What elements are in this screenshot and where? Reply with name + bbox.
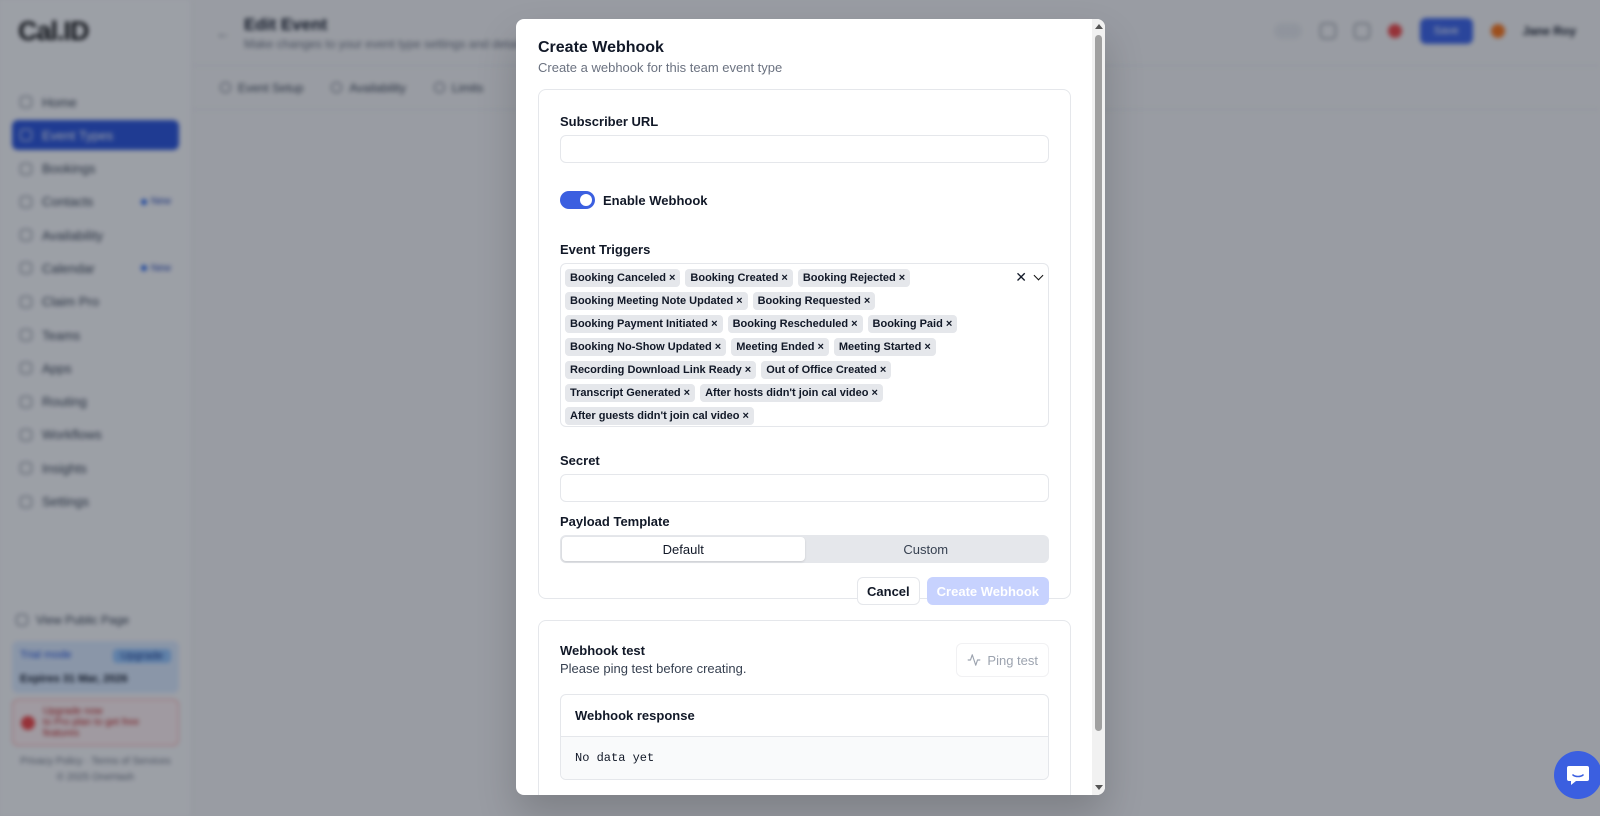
- remove-chip-icon[interactable]: ×: [669, 272, 675, 284]
- trigger-chip-label: Booking Rejected: [802, 272, 896, 284]
- trigger-chip-label: Booking Rescheduled: [732, 318, 849, 330]
- chat-icon: [1567, 766, 1589, 785]
- trigger-chip: After hosts didn't join cal video ×: [700, 384, 883, 402]
- select-controls: ✕: [1015, 270, 1044, 284]
- dialog-content: Create Webhook Create a webhook for this…: [516, 19, 1093, 795]
- payload-template-toggle: Default Custom: [560, 535, 1049, 563]
- scrollbar-thumb[interactable]: [1095, 35, 1102, 731]
- trigger-chip: Out of Office Created ×: [761, 361, 892, 379]
- remove-chip-icon[interactable]: ×: [864, 295, 870, 307]
- trigger-chip-label: Booking Requested: [757, 295, 861, 307]
- remove-chip-icon[interactable]: ×: [781, 272, 787, 284]
- secret-input[interactable]: [560, 474, 1049, 502]
- scroll-up-arrow-icon[interactable]: [1095, 24, 1103, 29]
- remove-chip-icon[interactable]: ×: [880, 364, 886, 376]
- trigger-chip: Meeting Started ×: [833, 338, 936, 356]
- trigger-chip: Booking Created ×: [685, 269, 793, 287]
- payload-option-default[interactable]: Default: [562, 537, 805, 561]
- trigger-chip-label: Recording Download Link Ready: [570, 364, 742, 376]
- form-actions: Cancel Create Webhook: [560, 577, 1049, 605]
- trigger-chip: Meeting Ended ×: [731, 338, 829, 356]
- trigger-chip: Booking Meeting Note Updated ×: [565, 292, 748, 310]
- subscriber-url-input[interactable]: [560, 135, 1049, 163]
- remove-chip-icon[interactable]: ×: [711, 318, 717, 330]
- remove-chip-icon[interactable]: ×: [946, 318, 952, 330]
- cancel-button[interactable]: Cancel: [857, 577, 920, 605]
- dialog-subtitle: Create a webhook for this team event typ…: [538, 60, 783, 75]
- ping-test-button[interactable]: Ping test: [956, 643, 1049, 677]
- webhook-response-title: Webhook response: [561, 695, 1048, 737]
- trigger-chip: Booking No-Show Updated ×: [565, 338, 727, 356]
- create-webhook-dialog: Create Webhook Create a webhook for this…: [516, 19, 1105, 795]
- trigger-chip: Booking Canceled ×: [565, 269, 681, 287]
- trigger-chip-label: Booking Canceled: [570, 272, 666, 284]
- trigger-chip-label: After hosts didn't join cal video: [705, 387, 869, 399]
- trigger-chip-label: Booking Meeting Note Updated: [570, 295, 734, 307]
- dialog-scrollbar[interactable]: [1092, 19, 1105, 795]
- trigger-chip: After guests didn't join cal video ×: [565, 407, 754, 425]
- remove-chip-icon[interactable]: ×: [684, 387, 690, 399]
- webhook-response-panel: Webhook response No data yet: [560, 694, 1049, 780]
- chevron-down-icon[interactable]: [1033, 270, 1044, 280]
- webhook-test-card: Webhook test Please ping test before cre…: [538, 620, 1071, 795]
- selected-triggers: Booking Canceled × Booking Created × Booking…: [565, 269, 988, 425]
- event-triggers-select[interactable]: Booking Canceled × Booking Created × Booking…: [560, 263, 1049, 427]
- remove-chip-icon[interactable]: ×: [924, 341, 930, 353]
- payload-option-custom[interactable]: Custom: [805, 537, 1048, 561]
- remove-chip-icon[interactable]: ×: [742, 410, 748, 422]
- trigger-chip-label: Meeting Started: [838, 341, 922, 353]
- dialog-title: Create Webhook: [538, 39, 664, 56]
- trigger-chip: Booking Paid ×: [867, 315, 958, 333]
- enable-webhook-label: Enable Webhook: [603, 192, 708, 208]
- trigger-chip-label: Booking No-Show Updated: [570, 341, 712, 353]
- scroll-down-arrow-icon[interactable]: [1095, 785, 1103, 790]
- webhook-response-body: No data yet: [561, 737, 1048, 779]
- secret-label: Secret: [560, 453, 600, 468]
- remove-chip-icon[interactable]: ×: [871, 387, 877, 399]
- enable-webhook-row: Enable Webhook: [560, 191, 1049, 209]
- payload-template-label: Payload Template: [560, 514, 670, 529]
- trigger-chip-label: After guests didn't join cal video: [570, 410, 740, 422]
- create-webhook-button[interactable]: Create Webhook: [926, 577, 1049, 605]
- trigger-chip: Booking Rescheduled ×: [727, 315, 863, 333]
- trigger-chip: Booking Requested ×: [752, 292, 876, 310]
- trigger-chip-label: Out of Office Created: [766, 364, 877, 376]
- trigger-chip: Recording Download Link Ready ×: [565, 361, 757, 379]
- remove-chip-icon[interactable]: ×: [736, 295, 742, 307]
- remove-chip-icon[interactable]: ×: [851, 318, 857, 330]
- trigger-chip-label: Meeting Ended: [736, 341, 815, 353]
- remove-chip-icon[interactable]: ×: [817, 341, 823, 353]
- chat-support-button[interactable]: [1554, 751, 1600, 799]
- clear-all-icon[interactable]: ✕: [1015, 270, 1027, 284]
- trigger-chip: Booking Payment Initiated ×: [565, 315, 723, 333]
- trigger-chip-label: Transcript Generated: [570, 387, 681, 399]
- activity-icon: [967, 654, 981, 666]
- remove-chip-icon[interactable]: ×: [715, 341, 721, 353]
- trigger-chip: Booking Rejected ×: [797, 269, 911, 287]
- webhook-form-card: Subscriber URL Enable Webhook Event Trig…: [538, 89, 1071, 605]
- trigger-chip-label: Booking Created: [690, 272, 779, 284]
- trigger-chip-label: Booking Paid: [872, 318, 943, 330]
- trigger-chip-label: Booking Payment Initiated: [570, 318, 709, 330]
- enable-webhook-switch[interactable]: [560, 191, 595, 209]
- remove-chip-icon[interactable]: ×: [745, 364, 751, 376]
- remove-chip-icon[interactable]: ×: [899, 272, 905, 284]
- subscriber-url-label: Subscriber URL: [560, 114, 659, 129]
- event-triggers-label: Event Triggers: [560, 242, 651, 257]
- trigger-chip: Transcript Generated ×: [565, 384, 696, 402]
